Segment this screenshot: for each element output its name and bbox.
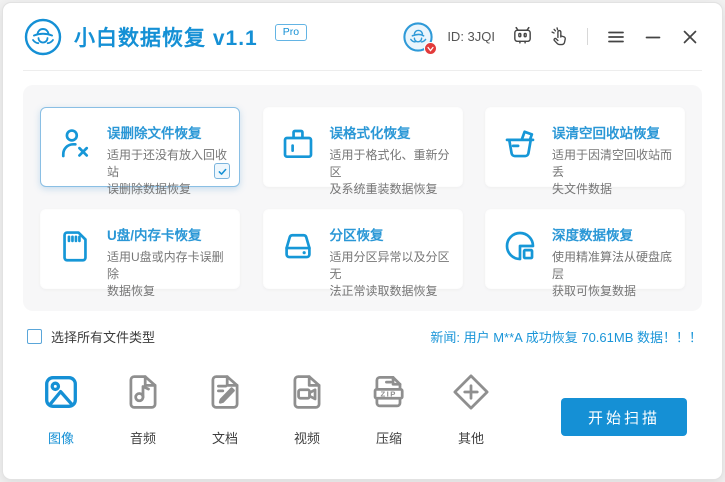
close-button[interactable] [678,25,702,49]
filetype-document[interactable]: 文档 [196,370,254,447]
card-desc-line: 使用精准算法从硬盘底层 [552,249,676,283]
zip-file-icon: ZIP [367,370,411,414]
card-text: 分区恢复 适用分区异常以及分区无 法正常读取数据恢复 [330,222,454,288]
filetype-label: 压缩 [376,428,402,447]
titlebar-right: ID: 3JQI [402,21,702,53]
pro-badge: Pro [275,24,307,41]
user-avatar[interactable] [402,21,434,53]
card-title: 误删除文件恢复 [107,122,231,142]
other-file-icon [449,370,493,414]
svg-text:ZIP: ZIP [380,390,396,399]
card-desc-line: 适用于格式化、重新分区 [330,147,454,181]
minimize-button[interactable] [641,25,665,49]
card-desc-line: 适用于还没有放入回收站 [107,147,231,181]
filetype-image[interactable]: 图像 [32,370,90,447]
card-format-recovery[interactable]: 误格式化恢复 适用于格式化、重新分区 及系统重装数据恢复 [263,107,463,187]
deep-scan-icon [501,227,539,265]
card-title: 误格式化恢复 [330,122,454,142]
card-usb-sd-recovery[interactable]: U盘/内存卡恢复 适用U盘或内存卡误删除 数据恢复 [40,209,240,289]
image-file-icon [39,370,83,414]
filetype-audio[interactable]: 音频 [114,370,172,447]
format-brush-icon [279,125,317,163]
options-row: 选择所有文件类型 新闻: 用户 M**A 成功恢复 70.61MB 数据！！！ [27,327,702,346]
audio-file-icon [121,370,165,414]
touch-hand-icon[interactable] [547,25,571,49]
card-desc-line: 误删除数据恢复 [107,181,231,198]
card-title: 深度数据恢复 [552,224,676,244]
user-id-text: ID: 3JQI [447,29,495,44]
filetype-label: 图像 [48,428,74,447]
user-delete-icon [56,125,94,163]
filetype-label: 其他 [458,428,484,447]
titlebar-left: 小白数据恢复 v1.1 Pro [23,17,307,57]
select-all-filetypes[interactable]: 选择所有文件类型 [27,327,155,346]
card-partition-recovery[interactable]: 分区恢复 适用分区异常以及分区无 法正常读取数据恢复 [263,209,463,289]
card-desc-line: 适用分区异常以及分区无 [330,249,454,283]
video-file-icon [285,370,329,414]
card-desc-line: 数据恢复 [107,283,231,300]
app-logo-icon [23,17,63,57]
card-text: 误删除文件恢复 适用于还没有放入回收站 误删除数据恢复 [107,120,231,186]
robot-assistant-icon[interactable] [510,25,534,49]
hard-drive-icon [279,227,317,265]
card-title: U盘/内存卡恢复 [107,224,231,244]
titlebar-divider [587,28,588,45]
app-window: 小白数据恢复 v1.1 Pro ID: 3JQI [2,2,723,480]
card-desc-line: 适用于因清空回收站而丢 [552,147,676,181]
filetype-archive[interactable]: ZIP 压缩 [360,370,418,447]
select-all-label: 选择所有文件类型 [51,327,155,346]
filetype-other[interactable]: 其他 [442,370,500,447]
filetype-label: 视频 [294,428,320,447]
recycle-bin-icon [501,125,539,163]
card-deleted-file-recovery[interactable]: 误删除文件恢复 适用于还没有放入回收站 误删除数据恢复 [40,107,240,187]
update-badge-icon [424,42,437,55]
card-desc-line: 及系统重装数据恢复 [330,181,454,198]
card-text: 误清空回收站恢复 适用于因清空回收站而丢 失文件数据 [552,120,676,186]
card-text: 误格式化恢复 适用于格式化、重新分区 及系统重装数据恢复 [330,120,454,186]
titlebar: 小白数据恢复 v1.1 Pro ID: 3JQI [3,3,722,70]
menu-button[interactable] [604,25,628,49]
card-title: 分区恢复 [330,224,454,244]
card-text: U盘/内存卡恢复 适用U盘或内存卡误删除 数据恢复 [107,222,231,288]
card-desc-line: 适用U盘或内存卡误删除 [107,249,231,283]
card-desc-line: 失文件数据 [552,181,676,198]
filetype-label: 文档 [212,428,238,447]
card-recycle-bin-recovery[interactable]: 误清空回收站恢复 适用于因清空回收站而丢 失文件数据 [485,107,685,187]
filetype-video[interactable]: 视频 [278,370,336,447]
filetype-label: 音频 [130,428,156,447]
card-text: 深度数据恢复 使用精准算法从硬盘底层 获取可恢复数据 [552,222,676,288]
start-scan-button[interactable]: 开始扫描 [561,398,687,436]
card-desc-line: 法正常读取数据恢复 [330,283,454,300]
titlebar-bottom-divider [23,70,702,71]
card-title: 误清空回收站恢复 [552,122,676,142]
recovery-mode-panel: 误删除文件恢复 适用于还没有放入回收站 误删除数据恢复 误格式化恢复 适用于格式… [23,85,702,311]
document-file-icon [203,370,247,414]
sd-card-icon [56,227,94,265]
news-ticker: 新闻: 用户 M**A 成功恢复 70.61MB 数据！！！ [430,327,702,346]
select-all-checkbox[interactable] [27,329,42,344]
card-deep-scan-recovery[interactable]: 深度数据恢复 使用精准算法从硬盘底层 获取可恢复数据 [485,209,685,289]
card-selected-checkbox[interactable] [214,163,230,179]
app-title: 小白数据恢复 v1.1 [74,22,258,52]
card-desc-line: 获取可恢复数据 [552,283,676,300]
